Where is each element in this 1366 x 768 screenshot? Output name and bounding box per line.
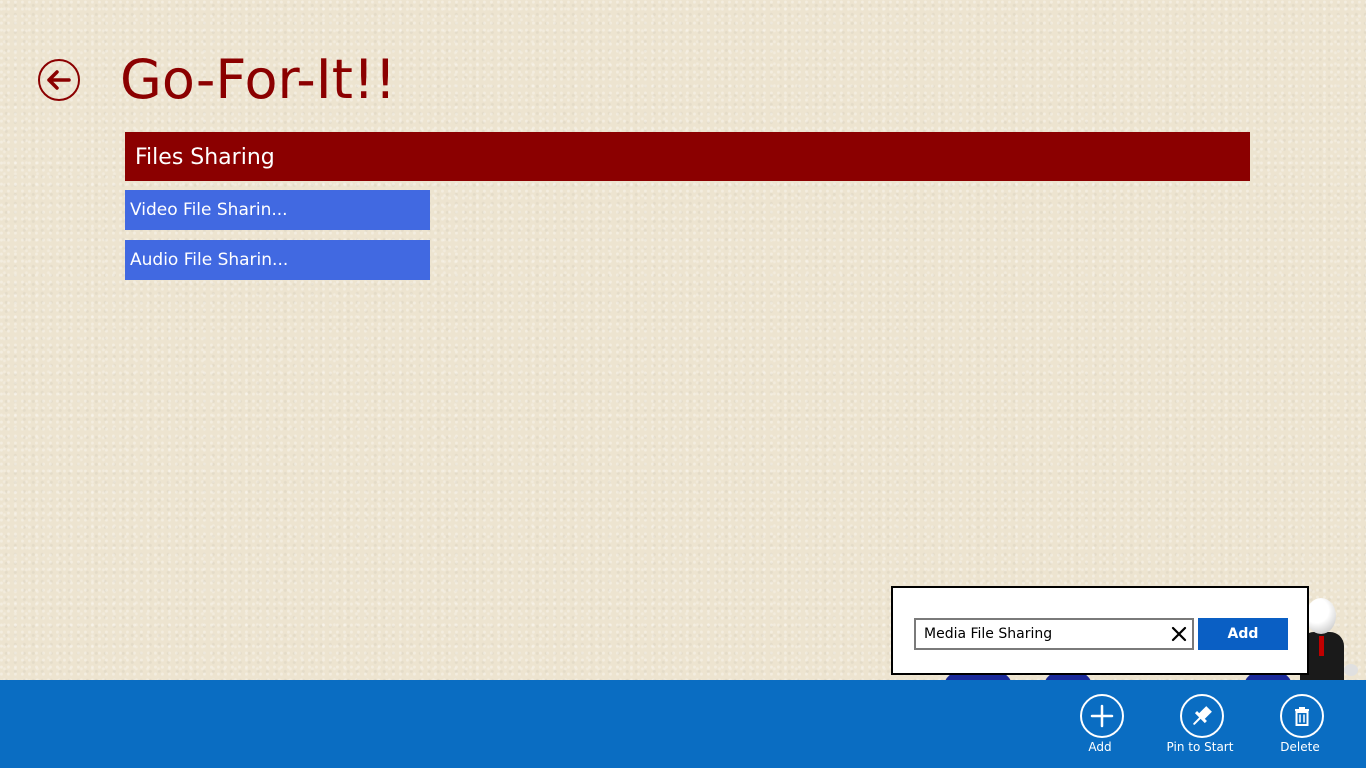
page-title: Go-For-It!!: [120, 48, 397, 111]
back-button[interactable]: [38, 59, 80, 101]
item-name-input-value: Media File Sharing: [924, 626, 1053, 642]
add-button[interactable]: Add: [1050, 694, 1150, 764]
pin-to-start-button-label: Pin to Start: [1166, 740, 1234, 754]
flyout-add-button[interactable]: Add: [1198, 618, 1288, 650]
item-name-input[interactable]: Media File Sharing: [914, 618, 1194, 650]
app-bar: Add Pin to Start Delete: [0, 680, 1366, 768]
delete-button[interactable]: Delete: [1250, 694, 1350, 764]
delete-button-label: Delete: [1280, 740, 1320, 754]
add-button-label: Add: [1088, 740, 1112, 754]
group-header-files-sharing[interactable]: Files Sharing: [125, 132, 1250, 181]
back-arrow-icon: [47, 70, 71, 90]
pin-icon: [1193, 706, 1212, 725]
plus-icon: [1090, 704, 1114, 728]
add-item-flyout: Media File Sharing Add: [891, 586, 1309, 675]
trash-icon: [1295, 707, 1309, 726]
item-tile-video-file-sharing[interactable]: Video File Sharin...: [125, 190, 430, 230]
pin-to-start-button[interactable]: Pin to Start: [1150, 694, 1250, 764]
clear-icon[interactable]: [1170, 625, 1188, 643]
item-tile-audio-file-sharing[interactable]: Audio File Sharin...: [125, 240, 430, 280]
